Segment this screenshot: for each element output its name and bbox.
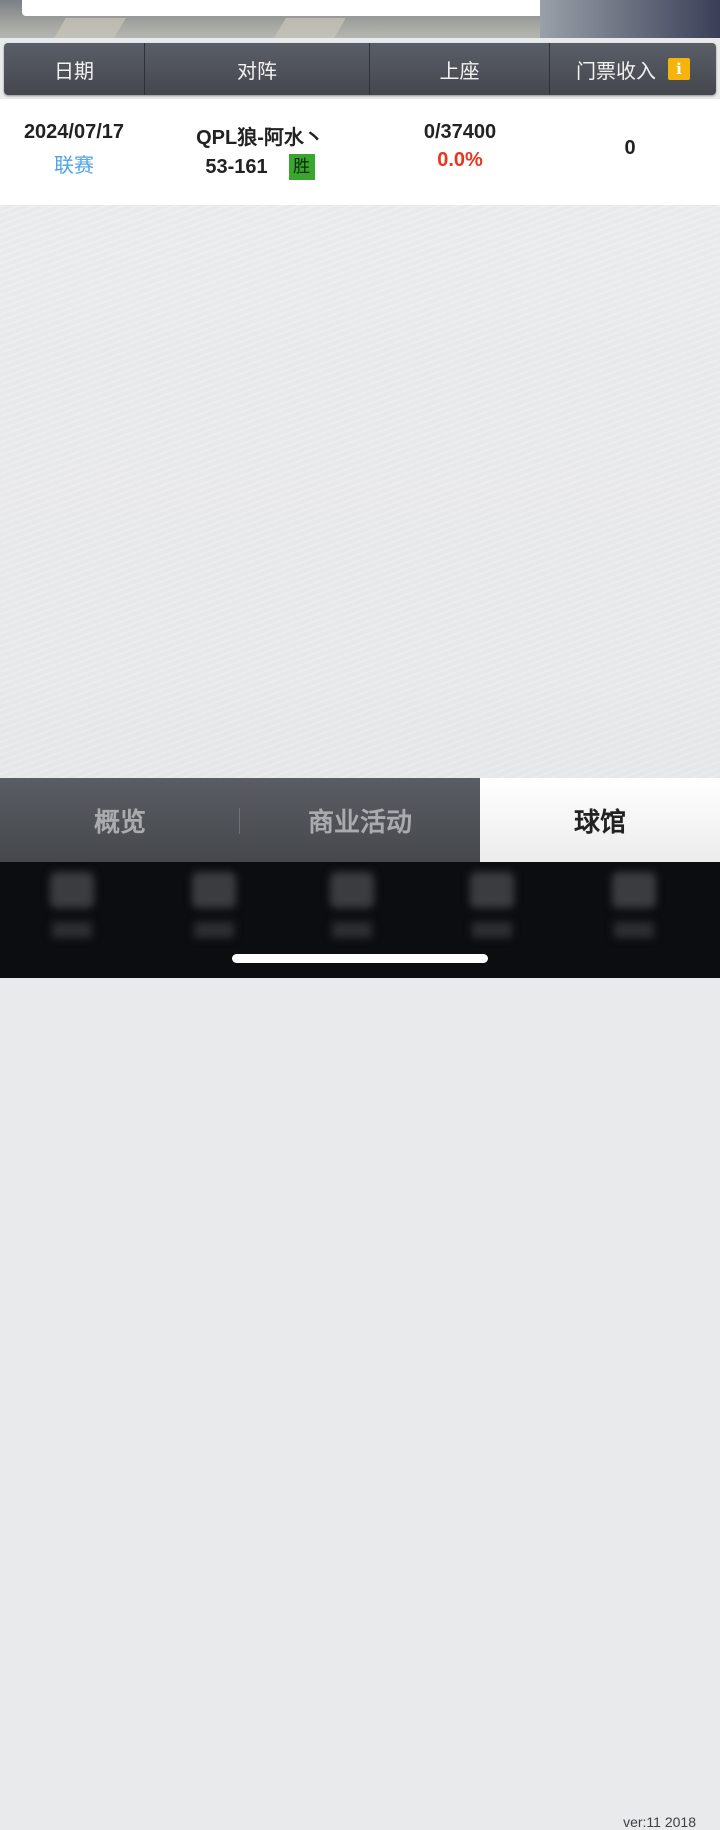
home-indicator[interactable]	[232, 954, 488, 963]
ticket-income-value: 0	[624, 137, 636, 159]
version-label: ver:11 2018	[623, 1814, 696, 1830]
header-attendance: 上座	[370, 43, 550, 95]
attendance-value: 0/37400	[423, 121, 497, 143]
match-score: 53-161	[205, 155, 268, 178]
tab-overview[interactable]: 概览	[0, 778, 240, 862]
tab-business[interactable]: 商业活动	[240, 778, 480, 862]
attendance-rate: 0.0%	[437, 149, 483, 171]
nav-item-blurred[interactable]	[42, 872, 102, 952]
row-date-cell: 2024/07/17 联赛	[0, 121, 148, 178]
match-date: 2024/07/17	[23, 121, 125, 143]
top-banner	[0, 0, 720, 38]
info-icon[interactable]: i	[668, 58, 690, 80]
row-attendance-cell: 0/37400 0.0%	[370, 121, 550, 172]
result-badge: 胜	[288, 154, 315, 180]
bottom-tab-bar: 概览 商业活动 球馆	[0, 778, 720, 862]
nav-item-blurred[interactable]	[184, 872, 244, 952]
header-ticket-income: 门票收入 i	[550, 43, 716, 95]
header-date: 日期	[4, 43, 145, 95]
table-row[interactable]: 2024/07/17 联赛 QPL狼-阿水丶 53-161 胜 0/37400 …	[0, 99, 720, 205]
match-type-link[interactable]: 联赛	[0, 149, 148, 178]
banner-decoration	[54, 18, 126, 38]
nav-item-blurred[interactable]	[322, 872, 382, 952]
header-match: 对阵	[145, 43, 370, 95]
header-ticket-income-label: 门票收入	[576, 60, 656, 83]
nav-item-blurred[interactable]	[604, 872, 664, 952]
empty-list-area	[0, 205, 720, 778]
tab-arena[interactable]: 球馆	[480, 778, 720, 862]
table-header: 日期 对阵 上座 门票收入 i	[4, 43, 716, 95]
nav-item-blurred[interactable]	[462, 872, 522, 952]
banner-decoration	[274, 18, 346, 38]
banner-decoration	[540, 0, 720, 38]
row-match-cell: QPL狼-阿水丶 53-161 胜	[150, 121, 370, 180]
opponent-name: QPL狼-阿水丶	[196, 127, 324, 149]
